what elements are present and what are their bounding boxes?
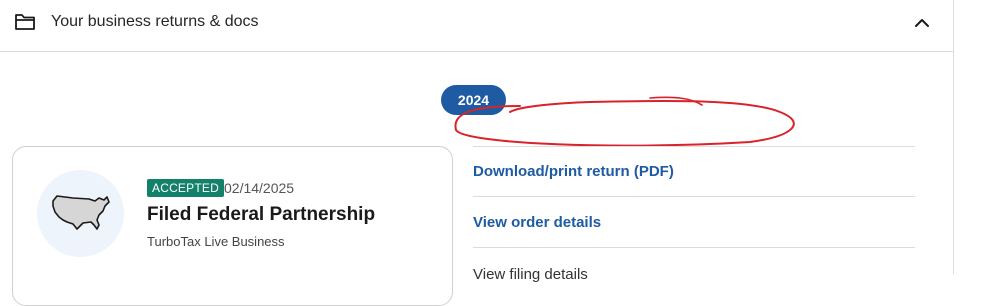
red-annotation-scribble xyxy=(454,96,795,147)
return-title: Filed Federal Partnership xyxy=(147,204,376,225)
map-icon-circle xyxy=(37,170,124,257)
returns-docs-header[interactable]: Your business returns & docs xyxy=(0,0,953,52)
action-divider-middle xyxy=(473,196,915,197)
view-order-details-link[interactable]: View order details xyxy=(473,214,601,231)
filed-date: 02/14/2025 xyxy=(224,180,295,196)
action-divider-top xyxy=(473,146,915,147)
us-map-icon xyxy=(52,195,110,230)
chevron-up-icon[interactable] xyxy=(912,13,932,33)
folder-icon xyxy=(15,14,35,30)
status-badge: ACCEPTED xyxy=(147,179,224,197)
return-card: ACCEPTED 02/14/2025 Filed Federal Partne… xyxy=(12,146,453,306)
download-print-return-link[interactable]: Download/print return (PDF) xyxy=(473,163,674,180)
panel-right-border xyxy=(953,0,954,274)
action-divider-bottom xyxy=(473,247,915,248)
return-product: TurboTax Live Business xyxy=(147,234,285,249)
header-title: Your business returns & docs xyxy=(51,13,259,30)
view-filing-details-link[interactable]: View filing details xyxy=(473,266,588,283)
